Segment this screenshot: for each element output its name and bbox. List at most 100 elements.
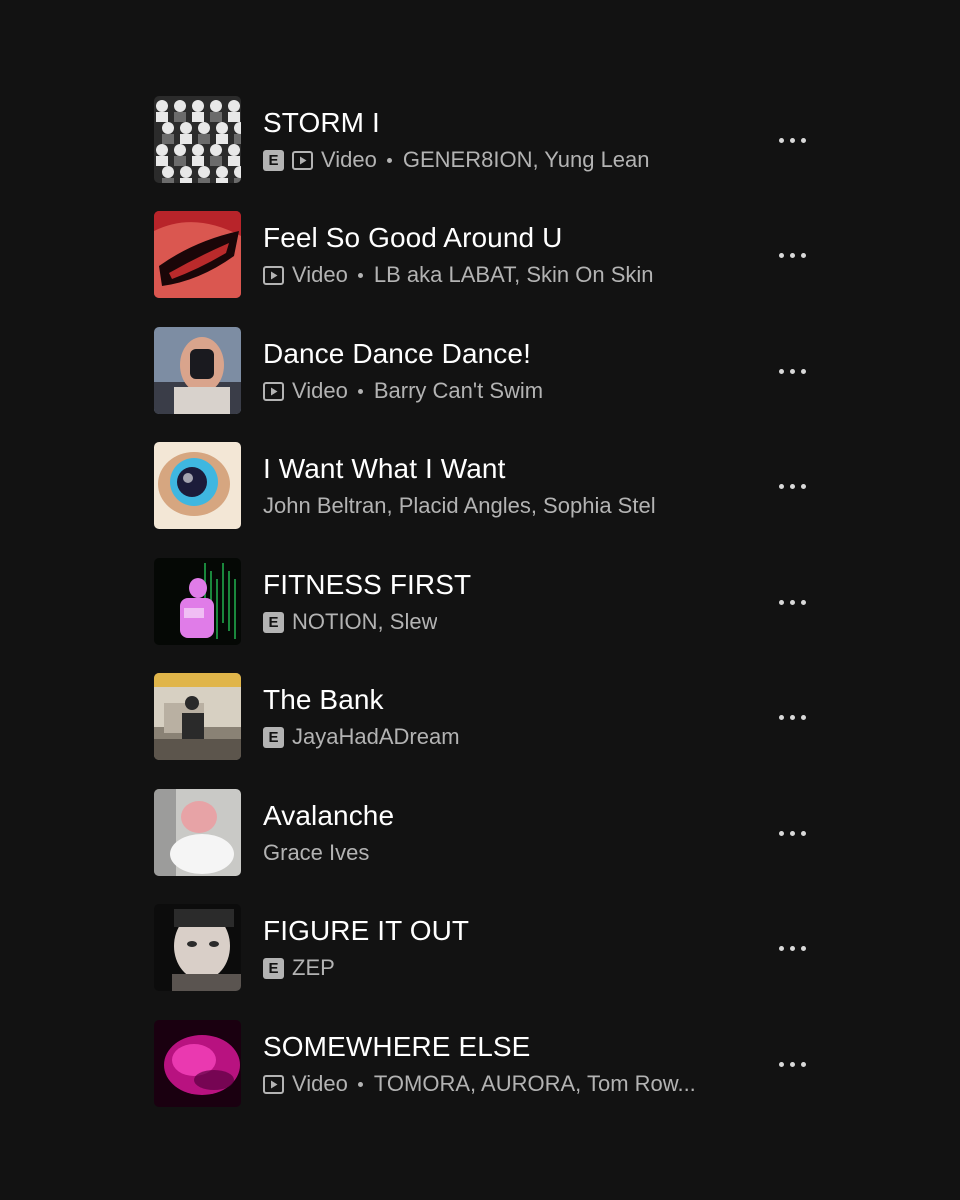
more-dot-icon xyxy=(778,1061,784,1067)
more-dot-icon xyxy=(800,252,806,258)
cover-art xyxy=(154,558,241,645)
cover-art-graphic xyxy=(154,904,241,991)
more-dot-icon xyxy=(789,830,795,836)
track-artists[interactable]: TOMORA, AURORA, Tom Row... xyxy=(374,1071,696,1097)
video-label: Video xyxy=(292,378,348,403)
track-row[interactable]: The Bank E JayaHadADream xyxy=(154,673,814,761)
more-dot-icon xyxy=(800,368,806,374)
more-options-button[interactable] xyxy=(770,934,814,962)
more-dot-icon xyxy=(778,483,784,489)
more-dot-icon xyxy=(800,599,806,605)
video-label: Video xyxy=(292,1071,348,1096)
more-dot-icon xyxy=(800,830,806,836)
cover-art-graphic xyxy=(154,789,241,876)
track-row[interactable]: Feel So Good Around U Video LB aka LABAT, … xyxy=(154,211,814,299)
track-title: SOMEWHERE ELSE xyxy=(263,1031,531,1062)
track-list: STORM I E Video GENER8ION, Yung Lean Feel So… xyxy=(0,0,960,1200)
cover-art-graphic xyxy=(154,442,241,529)
separator-dot xyxy=(386,157,392,163)
track-meta: John Beltran, Placid Angles, Sophia Stel xyxy=(263,492,656,520)
explicit-badge: E xyxy=(263,726,284,748)
track-title: Dance Dance Dance! xyxy=(263,338,531,369)
more-dot-icon xyxy=(789,714,795,720)
more-dot-icon xyxy=(789,599,795,605)
more-dot-icon xyxy=(789,252,795,258)
cover-art-graphic xyxy=(154,558,241,645)
track-meta: Video TOMORA, AURORA, Tom Row... xyxy=(263,1070,696,1098)
more-dot-icon xyxy=(789,1061,795,1067)
track-row[interactable]: I Want What I Want John Beltran, Placid A… xyxy=(154,442,814,530)
more-dot-icon xyxy=(778,945,784,951)
more-dot-icon xyxy=(778,137,784,143)
explicit-badge: E xyxy=(263,611,284,633)
more-options-button[interactable] xyxy=(770,357,814,385)
more-dot-icon xyxy=(800,137,806,143)
track-artists[interactable]: ZEP xyxy=(292,955,335,981)
track-artists[interactable]: Grace Ives xyxy=(263,840,369,866)
track-meta: Grace Ives xyxy=(263,839,369,867)
track-meta: E NOTION, Slew xyxy=(263,608,437,636)
cover-art xyxy=(154,789,241,876)
cover-art xyxy=(154,904,241,991)
cover-art xyxy=(154,211,241,298)
more-options-button[interactable] xyxy=(770,703,814,731)
more-dot-icon xyxy=(789,137,795,143)
more-dot-icon xyxy=(789,945,795,951)
more-options-button[interactable] xyxy=(770,472,814,500)
track-row[interactable]: Dance Dance Dance! Video Barry Can't Swim xyxy=(154,327,814,415)
track-meta: Video LB aka LABAT, Skin On Skin xyxy=(263,261,654,289)
track-title: FIGURE IT OUT xyxy=(263,915,470,946)
video-icon xyxy=(263,265,284,285)
cover-art xyxy=(154,442,241,529)
more-dot-icon xyxy=(800,483,806,489)
track-artists[interactable]: John Beltran, Placid Angles, Sophia Stel xyxy=(263,493,656,519)
track-title: I Want What I Want xyxy=(263,453,506,484)
more-dot-icon xyxy=(789,483,795,489)
explicit-badge: E xyxy=(263,149,284,171)
track-artists[interactable]: GENER8ION, Yung Lean xyxy=(403,147,650,173)
track-row[interactable]: SOMEWHERE ELSE Video TOMORA, AURORA, Tom R… xyxy=(154,1020,814,1108)
more-options-button[interactable] xyxy=(770,241,814,269)
track-meta: Video Barry Can't Swim xyxy=(263,377,543,405)
more-options-button[interactable] xyxy=(770,819,814,847)
cover-art-graphic xyxy=(154,673,241,760)
more-dot-icon xyxy=(800,1061,806,1067)
more-dot-icon xyxy=(789,368,795,374)
track-title: Avalanche xyxy=(263,800,395,831)
video-icon xyxy=(292,150,313,170)
more-dot-icon xyxy=(778,599,784,605)
track-row[interactable]: FITNESS FIRST E NOTION, Slew xyxy=(154,558,814,646)
more-dot-icon xyxy=(778,368,784,374)
cover-art xyxy=(154,673,241,760)
cover-art xyxy=(154,1020,241,1107)
track-meta: E JayaHadADream xyxy=(263,723,460,751)
more-dot-icon xyxy=(778,830,784,836)
track-row[interactable]: FIGURE IT OUT E ZEP xyxy=(154,904,814,992)
cover-art-graphic xyxy=(154,211,241,298)
more-options-button[interactable] xyxy=(770,588,814,616)
more-dot-icon xyxy=(800,945,806,951)
more-options-button[interactable] xyxy=(770,126,814,154)
explicit-badge: E xyxy=(263,957,284,979)
more-dot-icon xyxy=(778,714,784,720)
track-artists[interactable]: Barry Can't Swim xyxy=(374,378,543,404)
track-title: STORM I xyxy=(263,107,380,138)
video-label: Video xyxy=(292,262,348,287)
track-row[interactable]: Avalanche Grace Ives xyxy=(154,789,814,877)
separator-dot xyxy=(357,1081,363,1087)
track-meta: E ZEP xyxy=(263,954,335,982)
track-title: FITNESS FIRST xyxy=(263,569,472,600)
cover-art xyxy=(154,96,241,183)
track-artists[interactable]: NOTION, Slew xyxy=(292,609,437,635)
more-dot-icon xyxy=(800,714,806,720)
separator-dot xyxy=(357,388,363,394)
track-title: Feel So Good Around U xyxy=(263,222,563,253)
cover-art-graphic xyxy=(154,96,241,183)
track-artists[interactable]: LB aka LABAT, Skin On Skin xyxy=(374,262,654,288)
track-row[interactable]: STORM I E Video GENER8ION, Yung Lean xyxy=(154,96,814,184)
track-artists[interactable]: JayaHadADream xyxy=(292,724,460,750)
cover-art xyxy=(154,327,241,414)
cover-art-graphic xyxy=(154,1020,241,1107)
more-options-button[interactable] xyxy=(770,1050,814,1078)
video-icon xyxy=(263,1074,284,1094)
